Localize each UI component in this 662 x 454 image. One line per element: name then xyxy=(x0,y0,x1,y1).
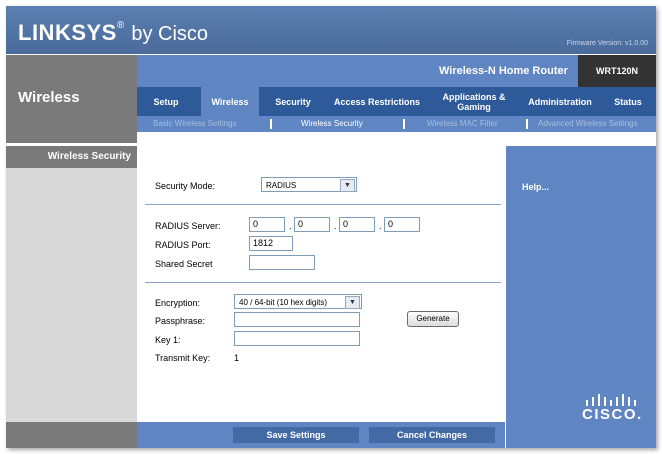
ip-separator: . xyxy=(289,221,292,231)
radius-server-octet-4[interactable]: 0 xyxy=(384,217,420,232)
tab-administration[interactable]: Administration xyxy=(521,87,599,116)
chevron-down-icon: ▼ xyxy=(345,296,360,309)
header-bar: LINKSYS® by Cisco Firmware Version: v1.0… xyxy=(6,6,656,54)
router-admin-page: LINKSYS® by Cisco Firmware Version: v1.0… xyxy=(6,6,656,448)
help-panel: Help... CISCO. xyxy=(506,146,656,423)
save-settings-button[interactable]: Save Settings xyxy=(233,427,359,443)
encryption-select[interactable]: 40 / 64-bit (10 hex digits) ▼ xyxy=(234,294,362,309)
radius-server-octet-2[interactable]: 0 xyxy=(294,217,330,232)
radius-port-label: RADIUS Port: xyxy=(155,240,211,250)
radius-server-octet-3[interactable]: 0 xyxy=(339,217,375,232)
footer-left xyxy=(6,422,137,448)
divider xyxy=(145,282,501,283)
product-bar: Wireless-N Home Router WRT120N xyxy=(137,54,656,88)
subtab-separator xyxy=(270,119,272,129)
tab-applications-gaming[interactable]: Applications & Gaming xyxy=(433,87,515,116)
divider xyxy=(145,204,501,205)
footer-right xyxy=(506,422,656,448)
sub-tabs: Basic Wireless Settings Wireless Securit… xyxy=(137,116,656,132)
key1-label: Key 1: xyxy=(155,335,181,345)
sidebar: Wireless Security xyxy=(6,146,137,422)
subtab-basic-wireless-settings[interactable]: Basic Wireless Settings xyxy=(153,119,237,128)
ip-separator: . xyxy=(334,221,337,231)
cisco-logo: CISCO. xyxy=(582,406,643,423)
sidebar-label: Wireless Security xyxy=(47,151,131,162)
subtab-advanced-wireless-settings[interactable]: Advanced Wireless Settings xyxy=(538,119,638,128)
transmit-key-value: 1 xyxy=(234,353,240,363)
tab-setup[interactable]: Setup xyxy=(143,87,189,116)
passphrase-label: Passphrase: xyxy=(155,316,206,326)
chevron-down-icon: ▼ xyxy=(340,179,355,192)
model-number: WRT120N xyxy=(596,66,639,76)
product-name: Wireless-N Home Router xyxy=(439,65,568,77)
tab-security[interactable]: Security xyxy=(267,87,319,116)
encryption-value: 40 / 64-bit (10 hex digits) xyxy=(239,298,328,307)
ip-separator: . xyxy=(379,221,382,231)
tab-access-restrictions[interactable]: Access Restrictions xyxy=(329,87,425,116)
shared-secret-input[interactable] xyxy=(249,255,315,270)
tab-wireless[interactable]: Wireless xyxy=(201,87,259,116)
cancel-changes-button[interactable]: Cancel Changes xyxy=(369,427,495,443)
section-title: Wireless xyxy=(18,89,80,106)
subtab-wireless-security[interactable]: Wireless Security xyxy=(301,119,363,128)
radius-server-label: RADIUS Server: xyxy=(155,221,221,231)
subtab-separator xyxy=(403,119,405,129)
encryption-label: Encryption: xyxy=(155,298,201,308)
security-mode-value: RADIUS xyxy=(266,181,297,190)
firmware-version: Firmware Version: v1.0.00 xyxy=(566,40,648,47)
transmit-key-label: Transmit Key: xyxy=(155,353,211,363)
main-tabs: Setup Wireless Security Access Restricti… xyxy=(137,87,656,116)
generate-button[interactable]: Generate xyxy=(407,311,459,327)
radius-server-octet-1[interactable]: 0 xyxy=(249,217,285,232)
cisco-bars-icon xyxy=(586,394,636,406)
radius-port-input[interactable]: 1812 xyxy=(249,236,293,251)
subtab-separator xyxy=(526,119,528,129)
security-mode-label: Security Mode: xyxy=(155,181,216,191)
linksys-logo: LINKSYS® by Cisco xyxy=(18,20,209,45)
security-mode-select[interactable]: RADIUS ▼ xyxy=(261,177,357,192)
help-link[interactable]: Help... xyxy=(522,182,549,192)
subtab-wireless-mac-filter[interactable]: Wireless MAC Filter xyxy=(427,119,498,128)
settings-form: Security Mode: RADIUS ▼ RADIUS Server: 0… xyxy=(137,146,507,422)
passphrase-input[interactable] xyxy=(234,312,360,327)
section-panel: Wireless xyxy=(6,54,137,143)
sidebar-header: Wireless Security xyxy=(6,146,137,168)
spacer-left xyxy=(6,132,137,142)
key1-input[interactable] xyxy=(234,331,360,346)
tab-status[interactable]: Status xyxy=(607,87,649,116)
shared-secret-label: Shared Secret xyxy=(155,259,213,269)
footer-actions: Save Settings Cancel Changes xyxy=(137,422,505,448)
model-box: WRT120N xyxy=(578,55,656,88)
